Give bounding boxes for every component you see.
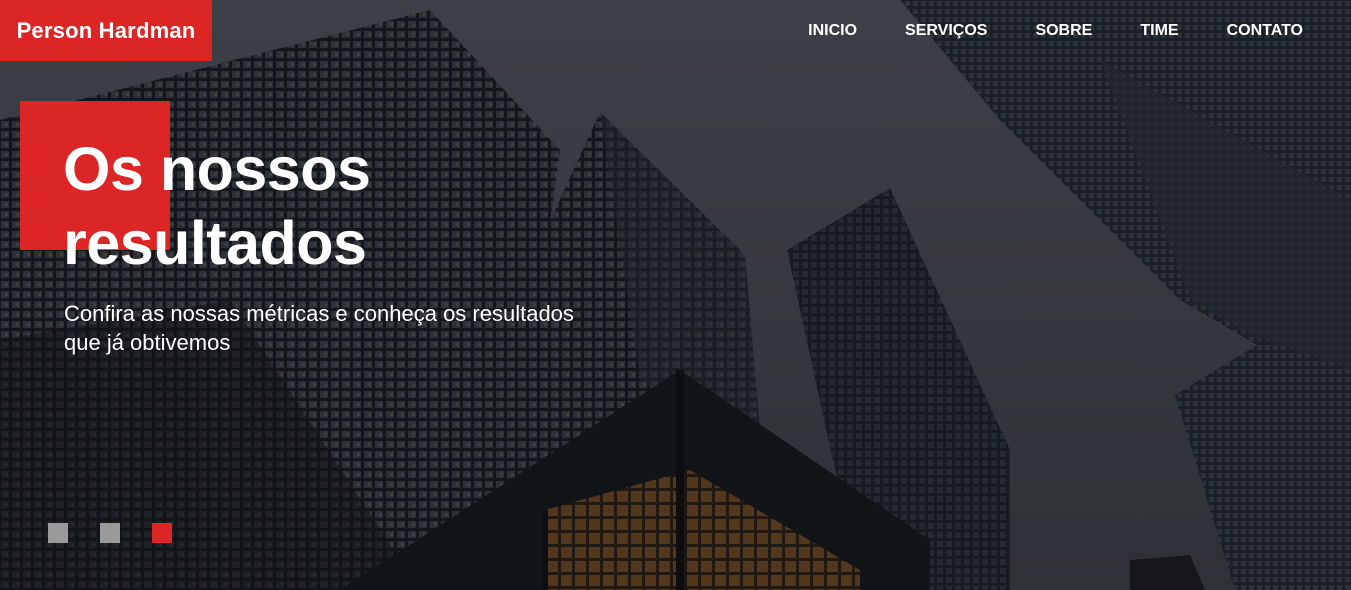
nav-link-contato[interactable]: CONTATO bbox=[1227, 20, 1303, 42]
main-navigation: INICIO SERVIÇOS SOBRE TIME CONTATO bbox=[760, 20, 1303, 42]
nav-link-sobre[interactable]: SOBRE bbox=[1035, 20, 1092, 42]
nav-link-inicio[interactable]: INICIO bbox=[808, 20, 857, 42]
slider-dot-3[interactable] bbox=[152, 523, 172, 543]
brand-name: Person Hardman bbox=[16, 17, 196, 43]
hero-headline: Os nossos resultados bbox=[63, 135, 371, 277]
nav-link-time[interactable]: TIME bbox=[1140, 20, 1178, 42]
slider-dot-2[interactable] bbox=[100, 523, 120, 543]
nav-link-servicos[interactable]: SERVIÇOS bbox=[905, 20, 987, 42]
background-dim-overlay bbox=[0, 0, 1351, 590]
hero-section: Person Hardman INICIO SERVIÇOS SOBRE TIM… bbox=[0, 0, 1351, 590]
slider-indicators bbox=[48, 523, 204, 543]
brand-logo[interactable]: Person Hardman bbox=[0, 0, 212, 61]
hero-subtitle: Confira as nossas métricas e conheça os … bbox=[64, 301, 574, 355]
slider-dot-1[interactable] bbox=[48, 523, 68, 543]
